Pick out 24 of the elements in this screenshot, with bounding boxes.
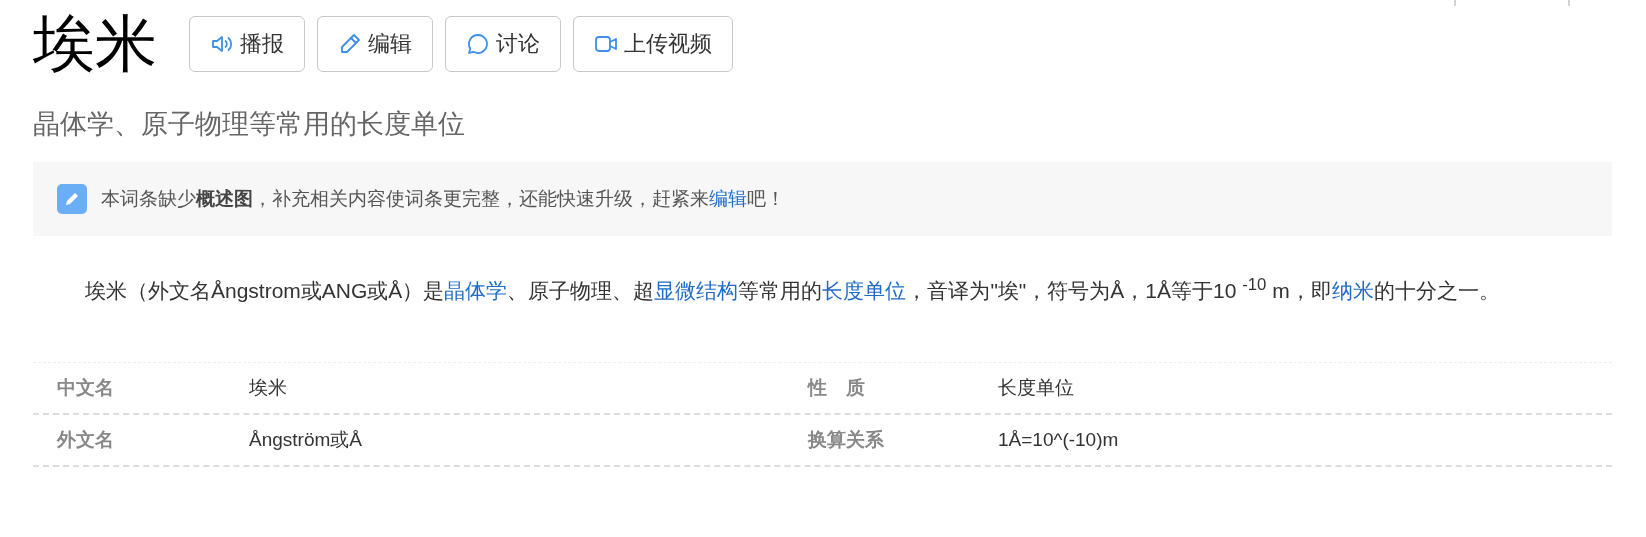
info-label: 外文名 (57, 428, 114, 452)
notice-text: 本词条缺少概述图，补充相关内容使词条更完整，还能快速升级，赶紧来编辑吧！ (101, 187, 785, 211)
term-link[interactable]: 纳米 (1331, 279, 1374, 302)
term-link[interactable]: 长度单位 (822, 279, 907, 302)
pencil-icon (338, 32, 362, 56)
info-label: 中文名 (57, 376, 114, 400)
info-value: Ångström或Å (249, 428, 362, 452)
edit-link[interactable]: 编辑 (709, 188, 747, 209)
entry-title: 埃米 (33, 8, 157, 80)
info-label: 性 质 (808, 376, 865, 400)
summary-paragraph: 埃米（外文名Ångstrom或ANG或Å）是晶体学、原子物理、超显微结构等常用的长度单位，音译为"埃"，符号为Å，1Å等于10 $^{-10}$ m，即纳米的十分之一。 (84, 274, 1501, 304)
chat-bubble-icon (466, 32, 490, 56)
info-label: 换算关系 (808, 428, 884, 452)
term-link[interactable]: 晶体学 (444, 279, 508, 302)
action-button[interactable]: 播报 (189, 16, 305, 72)
info-value: 长度单位 (998, 376, 1074, 400)
term-link[interactable]: 显微结构 (654, 279, 739, 302)
pencil-icon (57, 184, 87, 214)
info-value: 1Å=10^(-10)m (998, 429, 1119, 451)
info-value: 埃米 (249, 376, 287, 400)
action-button[interactable]: 讨论 (445, 16, 561, 72)
action-button[interactable]: 编辑 (317, 16, 433, 72)
action-button[interactable]: 上传视频 (573, 16, 733, 72)
entry-subtitle: 晶体学、原子物理等常用的长度单位 (33, 108, 466, 141)
